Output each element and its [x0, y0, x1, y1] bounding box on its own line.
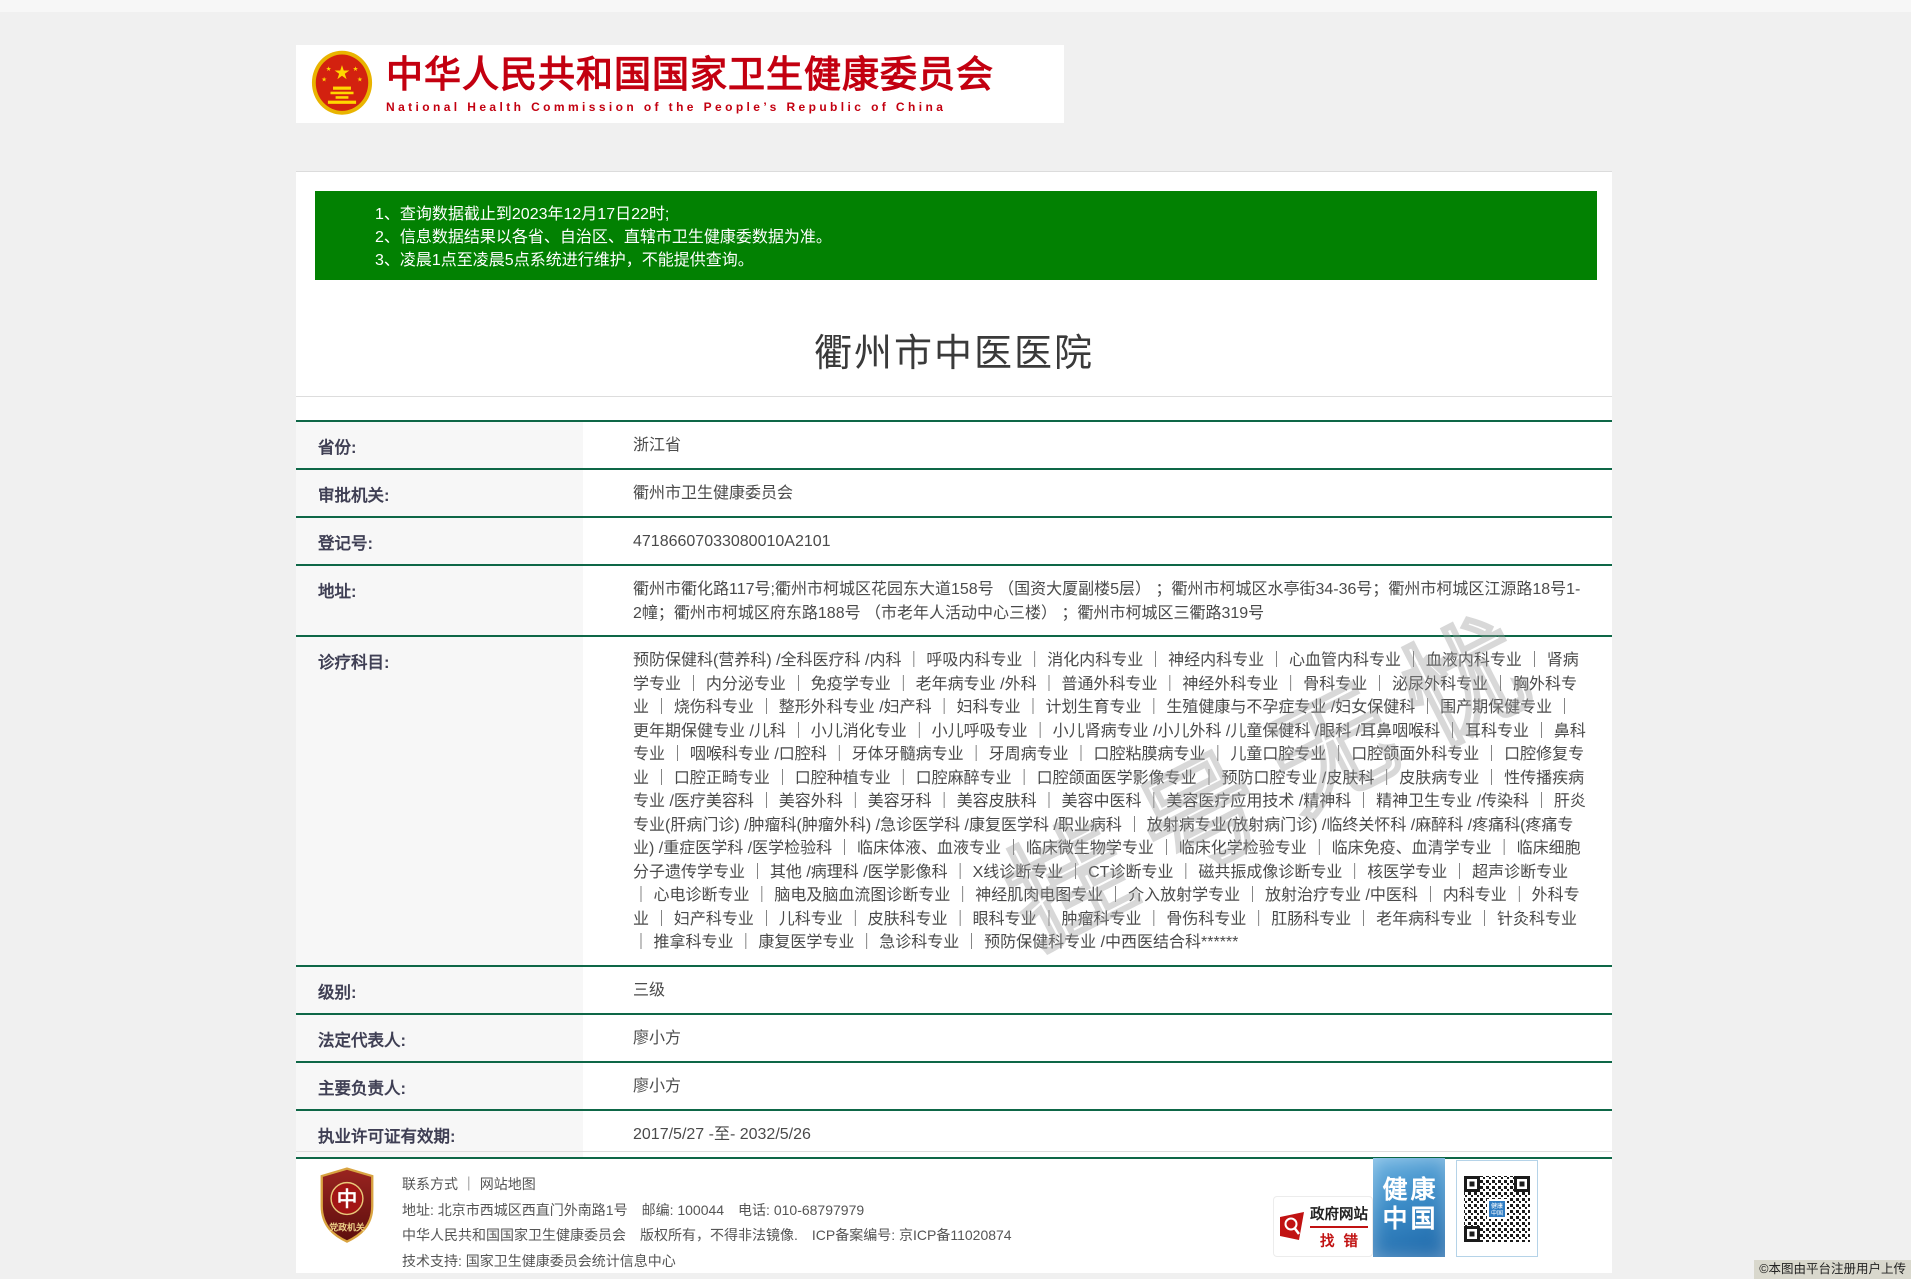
- footer-copyright-line: 中华人民共和国国家卫生健康委员会 版权所有，不得非法镜像. ICP备案编号: 京…: [402, 1223, 1012, 1249]
- qr-code: 健康 中国: [1456, 1160, 1538, 1257]
- footer-separator: [296, 1151, 1612, 1152]
- national-emblem-icon: ★ ★ ★ ★ ★: [310, 49, 374, 119]
- site-title-block: 中华人民共和国国家卫生健康委员会 National Health Commiss…: [386, 55, 994, 114]
- field-value: 三级: [583, 967, 1612, 1013]
- gov-site-error-text: 政府网站 找错: [1310, 1203, 1368, 1251]
- health-china-logo[interactable]: 健康 中国: [1373, 1158, 1445, 1257]
- table-row-medical-subjects: 诊疗科目: 预防保健科(营养科) /全科医疗科 /内科 ｜ 呼吸内科专业 ｜ 消…: [296, 635, 1612, 965]
- field-value: 衢州市卫生健康委员会: [583, 470, 1612, 516]
- title-separator: [296, 396, 1612, 397]
- footer-text-block: 联系方式 ｜ 网站地图 地址: 北京市西城区西直门外南路1号 邮编: 10004…: [402, 1172, 1012, 1274]
- magnifier-flag-icon: [1278, 1211, 1306, 1243]
- gov-site-error-badge[interactable]: 政府网站 找错: [1273, 1196, 1373, 1257]
- field-label: 地址:: [296, 566, 583, 635]
- footer-link-sitemap[interactable]: 网站地图: [480, 1176, 536, 1192]
- svg-text:党政机关: 党政机关: [329, 1221, 365, 1232]
- field-value: 廖小方: [583, 1015, 1612, 1061]
- table-row-license-validity: 执业许可证有效期: 2017/5/27 -至- 2032/5/26: [296, 1109, 1612, 1157]
- field-label: 省份:: [296, 422, 583, 468]
- field-label: 审批机关:: [296, 470, 583, 516]
- svg-text:★: ★: [353, 66, 359, 73]
- footer-support-line: 技术支持: 国家卫生健康委员会统计信息中心: [402, 1249, 1012, 1275]
- notice-box: 1、查询数据截止到2023年12月17日22时; 2、信息数据结果以各省、自治区…: [315, 191, 1597, 280]
- top-strip: [0, 0, 1911, 12]
- field-value: 廖小方: [583, 1063, 1612, 1109]
- table-row-registration-number: 登记号: 47186607033080010A2101: [296, 516, 1612, 564]
- footer-link-contact[interactable]: 联系方式: [402, 1176, 458, 1192]
- table-row-legal-representative: 法定代表人: 廖小方: [296, 1013, 1612, 1061]
- svg-text:★: ★: [321, 76, 327, 83]
- site-title-en: National Health Commission of the People…: [386, 100, 994, 114]
- svg-text:★: ★: [333, 63, 350, 84]
- field-value: 衢州市衢化路117号;衢州市柯城区花园东大道158号 （国资大厦副楼5层） ；衢…: [583, 566, 1612, 635]
- table-row-province: 省份: 浙江省: [296, 420, 1612, 468]
- field-label: 级别:: [296, 967, 583, 1013]
- content-card: 1、查询数据截止到2023年12月17日22时; 2、信息数据结果以各省、自治区…: [296, 171, 1612, 1273]
- field-label: 主要负责人:: [296, 1063, 583, 1109]
- field-value: 2017/5/27 -至- 2032/5/26: [583, 1111, 1612, 1157]
- svg-text:健康: 健康: [1491, 1202, 1503, 1210]
- field-label: 执业许可证有效期:: [296, 1111, 583, 1157]
- svg-text:中: 中: [337, 1187, 358, 1211]
- svg-text:★: ★: [357, 76, 363, 83]
- field-label: 诊疗科目:: [296, 637, 583, 965]
- party-gov-badge-icon: 中 党政机关: [318, 1166, 376, 1246]
- hospital-info-table: 省份: 浙江省 审批机关: 衢州市卫生健康委员会 登记号: 4718660703…: [296, 420, 1612, 1159]
- site-header: ★ ★ ★ ★ ★ 中华人民共和国国家卫生健康委员会 National Heal…: [296, 45, 1064, 123]
- field-value: 47186607033080010A2101: [583, 518, 1612, 564]
- site-title-zh: 中华人民共和国国家卫生健康委员会: [386, 55, 994, 95]
- table-row-level: 级别: 三级: [296, 965, 1612, 1013]
- field-value: 预防保健科(营养科) /全科医疗科 /内科 ｜ 呼吸内科专业 ｜ 消化内科专业 …: [583, 637, 1612, 965]
- image-upload-watermark: ©本图由平台注册用户上传: [1754, 1260, 1911, 1279]
- notice-line-1: 1、查询数据截止到2023年12月17日22时;: [375, 203, 1577, 226]
- table-row-person-in-charge: 主要负责人: 廖小方: [296, 1061, 1612, 1109]
- svg-text:★: ★: [326, 66, 332, 73]
- notice-line-3: 3、凌晨1点至凌晨5点系统进行维护，不能提供查询。: [375, 249, 1577, 272]
- svg-text:中国: 中国: [1491, 1209, 1503, 1217]
- notice-line-2: 2、信息数据结果以各省、自治区、直辖市卫生健康委数据为准。: [375, 226, 1577, 249]
- field-value: 浙江省: [583, 422, 1612, 468]
- table-row-approval-authority: 审批机关: 衢州市卫生健康委员会: [296, 468, 1612, 516]
- field-label: 登记号:: [296, 518, 583, 564]
- table-row-address: 地址: 衢州市衢化路117号;衢州市柯城区花园东大道158号 （国资大厦副楼5层…: [296, 564, 1612, 635]
- footer-link-separator: ｜: [462, 1176, 476, 1192]
- footer-address-line: 地址: 北京市西城区西直门外南路1号 邮编: 100044 电话: 010-68…: [402, 1198, 1012, 1224]
- page-title: 衢州市中医医院: [296, 322, 1612, 377]
- field-label: 法定代表人:: [296, 1015, 583, 1061]
